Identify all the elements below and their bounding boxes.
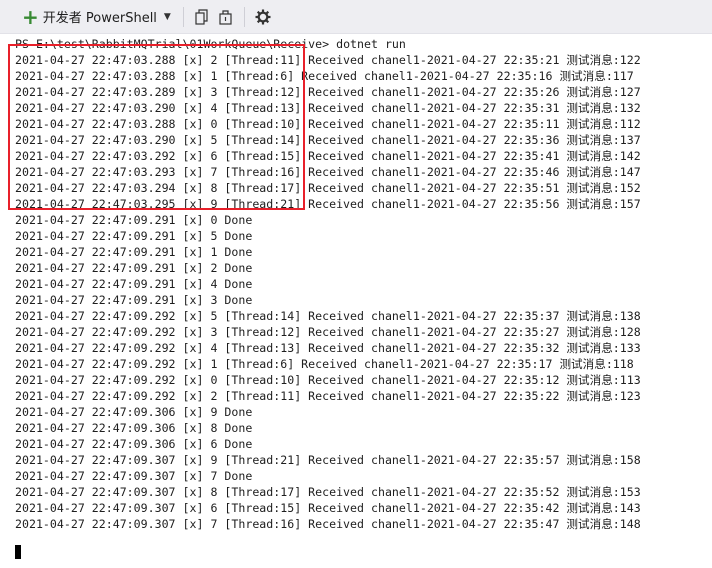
developer-powershell-window: + 开发者 PowerShell ▼ PS E:\test\RabbitMQTr… (0, 0, 712, 568)
log-line: 2021-04-27 22:47:03.290 [x] 5 [Thread:14… (15, 133, 641, 147)
terminal-toolbar: + 开发者 PowerShell ▼ (0, 0, 712, 34)
log-line: 2021-04-27 22:47:09.292 [x] 1 [Thread:6]… (15, 357, 634, 371)
new-developer-powershell-button[interactable]: + 开发者 PowerShell ▼ (18, 5, 175, 29)
settings-button[interactable] (252, 6, 274, 28)
window-button[interactable] (215, 6, 237, 28)
plus-icon: + (22, 4, 39, 29)
log-line: 2021-04-27 22:47:09.291 [x] 1 Done (15, 245, 253, 259)
terminal-output[interactable]: PS E:\test\RabbitMQTrial\01WorkQueue\Rec… (0, 36, 712, 568)
log-line: 2021-04-27 22:47:09.291 [x] 3 Done (15, 293, 253, 307)
log-line: 2021-04-27 22:47:09.292 [x] 0 [Thread:10… (15, 373, 641, 387)
log-line: 2021-04-27 22:47:03.292 [x] 6 [Thread:15… (15, 149, 641, 163)
log-line: 2021-04-27 22:47:03.290 [x] 4 [Thread:13… (15, 101, 641, 115)
log-line: 2021-04-27 22:47:03.288 [x] 2 [Thread:11… (15, 53, 641, 67)
log-line: 2021-04-27 22:47:09.291 [x] 4 Done (15, 277, 253, 291)
log-line: 2021-04-27 22:47:09.292 [x] 5 [Thread:14… (15, 309, 641, 323)
chevron-down-icon[interactable]: ▼ (164, 12, 171, 22)
log-line: 2021-04-27 22:47:03.289 [x] 3 [Thread:12… (15, 85, 641, 99)
log-line: 2021-04-27 22:47:09.307 [x] 7 Done (15, 469, 253, 483)
log-line: 2021-04-27 22:47:03.293 [x] 7 [Thread:16… (15, 165, 641, 179)
log-line: 2021-04-27 22:47:03.294 [x] 8 [Thread:17… (15, 181, 641, 195)
log-line: 2021-04-27 22:47:09.291 [x] 0 Done (15, 213, 253, 227)
log-line: 2021-04-27 22:47:09.307 [x] 9 [Thread:21… (15, 453, 641, 467)
copy-button[interactable] (191, 6, 213, 28)
window-icon (219, 9, 232, 25)
log-line: 2021-04-27 22:47:09.292 [x] 4 [Thread:13… (15, 341, 641, 355)
log-line: 2021-04-27 22:47:09.306 [x] 8 Done (15, 421, 253, 435)
command-text: dotnet run (336, 37, 406, 51)
log-line: 2021-04-27 22:47:09.307 [x] 7 [Thread:16… (15, 517, 641, 531)
gear-icon (255, 9, 271, 24)
developer-powershell-label: 开发者 PowerShell (42, 11, 157, 26)
log-line: 2021-04-27 22:47:09.292 [x] 3 [Thread:12… (15, 325, 641, 339)
prompt-path: PS E:\test\RabbitMQTrial\01WorkQueue\Rec… (15, 37, 337, 51)
command-prompt-line: PS E:\test\RabbitMQTrial\01WorkQueue\Rec… (0, 36, 712, 52)
log-line: 2021-04-27 22:47:09.291 [x] 2 Done (15, 261, 253, 275)
log-line: 2021-04-27 22:47:09.291 [x] 5 Done (15, 229, 253, 243)
log-line: 2021-04-27 22:47:09.306 [x] 6 Done (15, 437, 253, 451)
toolbar-divider (182, 6, 184, 27)
terminal-cursor (15, 545, 21, 559)
log-line: 2021-04-27 22:47:09.306 [x] 9 Done (15, 405, 253, 419)
log-line: 2021-04-27 22:47:03.288 [x] 1 [Thread:6]… (15, 69, 634, 83)
log-line: 2021-04-27 22:47:09.307 [x] 8 [Thread:17… (15, 485, 641, 499)
copy-icon (195, 8, 208, 25)
toolbar-divider (243, 6, 245, 27)
log-line: 2021-04-27 22:47:03.295 [x] 9 [Thread:21… (15, 197, 641, 211)
log-line: 2021-04-27 22:47:09.307 [x] 6 [Thread:15… (15, 501, 641, 515)
log-line: 2021-04-27 22:47:09.292 [x] 2 [Thread:11… (15, 389, 641, 403)
log-line: 2021-04-27 22:47:03.288 [x] 0 [Thread:10… (15, 117, 641, 131)
